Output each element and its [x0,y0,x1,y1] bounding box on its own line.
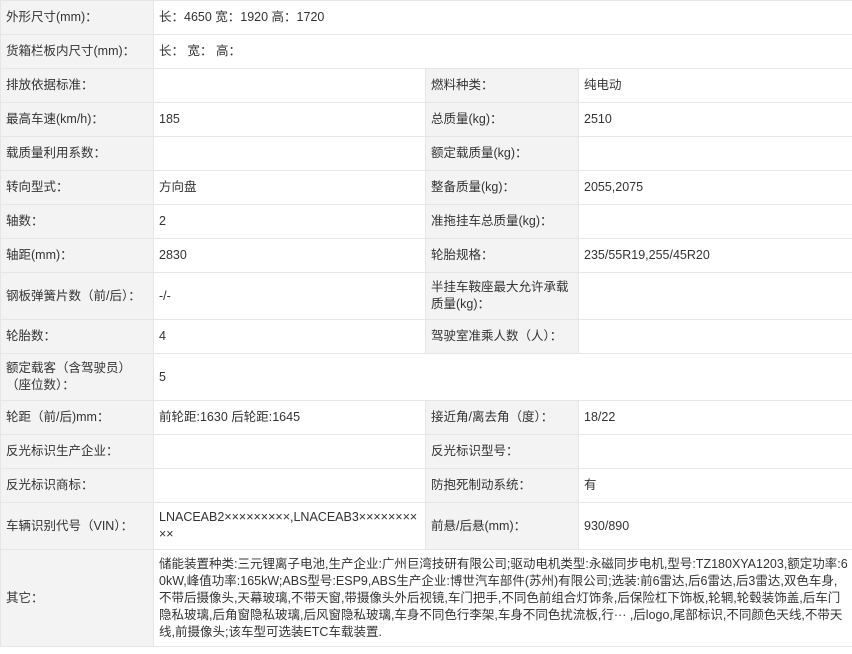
spec-row-wheelbase: 轴距(mm)： 2830 轮胎规格： 235/55R19,255/45R20 [0,238,852,273]
label-cargo-box: 货箱栏板内尺寸(mm)： [0,34,154,69]
value-dimensions: 长：4650 宽：1920 高：1720 [152,0,852,35]
label-tire-count: 轮胎数： [0,319,154,354]
label-leaf-spring: 钢板弹簧片数（前/后）： [0,272,154,320]
value-curb-mass: 2055,2075 [577,170,852,205]
value-trailer-mass [577,204,852,239]
value-abs: 有 [577,468,852,503]
label-total-mass: 总质量(kg)： [425,102,579,137]
label-steering-type: 转向型式： [0,170,154,205]
value-reflector-brand [153,468,426,503]
label-tire-spec: 轮胎规格： [425,238,579,273]
label-abs: 防抱死制动系统： [425,468,579,503]
label-max-speed: 最高车速(km/h)： [0,102,154,137]
value-load-utilization [153,136,426,171]
value-reflector-model [577,434,852,469]
value-cargo-box: 长： 宽： 高： [152,34,852,69]
value-tire-count: 4 [153,319,426,354]
label-approach-departure: 接近角/离去角（度）： [425,400,579,435]
label-rated-seats: 额定载客（含驾驶员）（座位数）： [0,353,154,401]
label-dimensions: 外形尺寸(mm)： [0,0,154,35]
value-tire-spec: 235/55R19,255/45R20 [577,238,852,273]
value-leaf-spring: -/- [153,272,426,320]
label-cab-passengers: 驾驶室准乘人数（人）： [425,319,579,354]
value-other: 储能装置种类:三元锂离子电池,生产企业:广州巨湾技研有限公司;驱动电机类型:永磁… [152,549,852,647]
value-track-width: 前轮距:1630 后轮距:1645 [153,400,426,435]
spec-row-cargo-box: 货箱栏板内尺寸(mm)： 长： 宽： 高： [0,34,852,69]
value-vin: LNACEAB2×××××××××,LNACEAB3×××××××××× [153,502,426,550]
value-rated-load [577,136,852,171]
label-fuel-type: 燃料种类： [425,68,579,103]
value-total-mass: 2510 [577,102,852,137]
value-fuel-type: 纯电动 [577,68,852,103]
label-other: 其它： [0,549,154,647]
label-wheelbase: 轴距(mm)： [0,238,154,273]
spec-row-track-angle: 轮距（前/后)mm： 前轮距:1630 后轮距:1645 接近角/离去角（度）：… [0,400,852,435]
label-vin: 车辆识别代号（VIN）： [0,502,154,550]
value-wheelbase: 2830 [153,238,426,273]
spec-row-tires: 轮胎数： 4 驾驶室准乘人数（人）： [0,319,852,354]
value-max-speed: 185 [153,102,426,137]
label-load-utilization: 载质量利用系数： [0,136,154,171]
spec-row-reflector-brand: 反光标识商标： 防抱死制动系统： 有 [0,468,852,503]
spec-row-seats: 额定载客（含驾驶员）（座位数）： 5 [0,353,852,401]
label-reflector-model: 反光标识型号： [425,434,579,469]
label-trailer-mass: 准拖挂车总质量(kg)： [425,204,579,239]
label-reflector-brand: 反光标识商标： [0,468,154,503]
spec-row-emission-fuel: 排放依据标准： 燃料种类： 纯电动 [0,68,852,103]
value-overhang: 930/890 [577,502,852,550]
label-track-width: 轮距（前/后)mm： [0,400,154,435]
label-saddle-load: 半挂车鞍座最大允许承载质量(kg)： [425,272,579,320]
value-steering-type: 方向盘 [153,170,426,205]
label-reflector-maker: 反光标识生产企业： [0,434,154,469]
spec-row-steering: 转向型式： 方向盘 整备质量(kg)： 2055,2075 [0,170,852,205]
label-axle-count: 轴数： [0,204,154,239]
label-rated-load: 额定载质量(kg)： [425,136,579,171]
spec-row-load-factor: 载质量利用系数： 额定载质量(kg)： [0,136,852,171]
spec-row-vin: 车辆识别代号（VIN）： LNACEAB2×××××××××,LNACEAB3×… [0,502,852,550]
value-saddle-load [577,272,852,320]
vehicle-spec-table: 外形尺寸(mm)： 长：4650 宽：1920 高：1720 货箱栏板内尺寸(m… [0,0,852,647]
spec-row-dimensions: 外形尺寸(mm)： 长：4650 宽：1920 高：1720 [0,0,852,35]
value-approach-departure: 18/22 [577,400,852,435]
spec-row-leaf-spring: 钢板弹簧片数（前/后）： -/- 半挂车鞍座最大允许承载质量(kg)： [0,272,852,320]
value-reflector-maker [153,434,426,469]
label-emission-standard: 排放依据标准： [0,68,154,103]
spec-row-other: 其它： 储能装置种类:三元锂离子电池,生产企业:广州巨湾技研有限公司;驱动电机类… [0,549,852,647]
label-overhang: 前悬/后悬(mm)： [425,502,579,550]
value-cab-passengers [577,319,852,354]
value-emission-standard [153,68,426,103]
spec-row-axles: 轴数： 2 准拖挂车总质量(kg)： [0,204,852,239]
label-curb-mass: 整备质量(kg)： [425,170,579,205]
value-rated-seats: 5 [152,353,852,401]
spec-row-reflector-maker: 反光标识生产企业： 反光标识型号： [0,434,852,469]
value-axle-count: 2 [153,204,426,239]
spec-row-speed-mass: 最高车速(km/h)： 185 总质量(kg)： 2510 [0,102,852,137]
